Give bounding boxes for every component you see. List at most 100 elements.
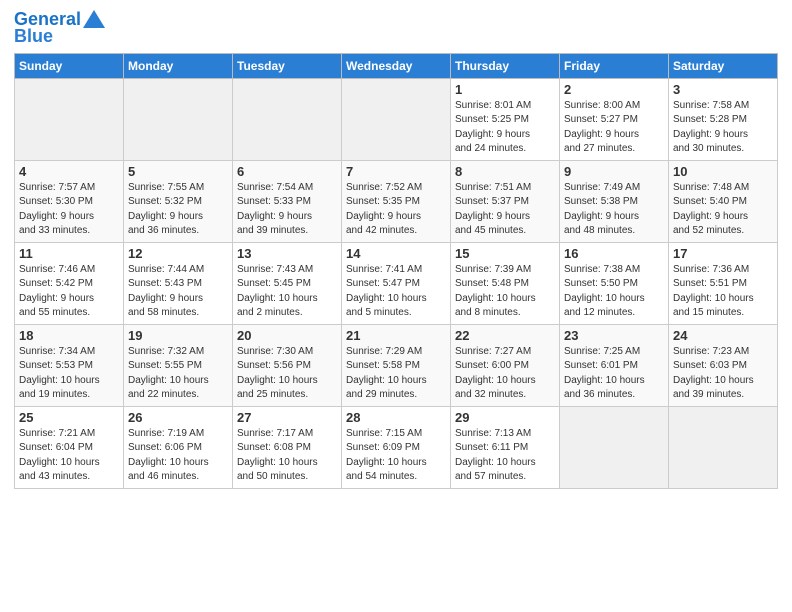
calendar-cell: 7 Sunrise: 7:52 AM Sunset: 5:35 PM Daylig… — [342, 160, 451, 242]
calendar-table: SundayMondayTuesdayWednesdayThursdayFrid… — [14, 53, 778, 489]
day-header-thursday: Thursday — [451, 53, 560, 78]
calendar-cell: 15Sunrise: 7:39 AM Sunset: 5:48 PM Dayli… — [451, 242, 560, 324]
calendar-header-row: SundayMondayTuesdayWednesdayThursdayFrid… — [15, 53, 778, 78]
day-info: Sunrise: 7:15 AM Sunset: 6:09 PM Dayligh… — [346, 427, 446, 485]
day-header-tuesday: Tuesday — [233, 53, 342, 78]
week-row-5: 25 Sunrise: 7:21 AM Sunset: 6:04 PM Dayli… — [15, 406, 778, 488]
calendar-cell: 23 Sunrise: 7:25 AM Sunset: 6:01 PM Dayli… — [560, 324, 669, 406]
day-info: Sunrise: 7:51 AM Sunset: 5:37 PM Dayligh… — [455, 181, 555, 239]
page-container: General Blue SundayMondayTuesdayWednesda… — [0, 0, 792, 497]
day-info: Sunrise: 7:17 AM Sunset: 6:08 PM Dayligh… — [237, 427, 337, 485]
calendar-cell — [560, 406, 669, 488]
day-number: 10 — [673, 164, 773, 179]
day-info: Sunrise: 7:43 AM Sunset: 5:45 PM Dayligh… — [237, 263, 337, 321]
header: General Blue — [14, 10, 778, 47]
week-row-1: 1 Sunrise: 8:01 AM Sunset: 5:25 PM Daylig… — [15, 78, 778, 160]
day-info: Sunrise: 7:27 AM Sunset: 6:00 PM Dayligh… — [455, 345, 555, 403]
day-info: Sunrise: 7:19 AM Sunset: 6:06 PM Dayligh… — [128, 427, 228, 485]
day-number: 14 — [346, 246, 446, 261]
calendar-cell: 13 Sunrise: 7:43 AM Sunset: 5:45 PM Dayli… — [233, 242, 342, 324]
day-header-monday: Monday — [124, 53, 233, 78]
day-number: 29 — [455, 410, 555, 425]
calendar-cell — [124, 78, 233, 160]
day-info: Sunrise: 7:41 AM Sunset: 5:47 PM Dayligh… — [346, 263, 446, 321]
calendar-cell — [233, 78, 342, 160]
day-number: 6 — [237, 164, 337, 179]
day-header-saturday: Saturday — [669, 53, 778, 78]
day-info: Sunrise: 7:39 AM Sunset: 5:48 PM Dayligh… — [455, 263, 555, 321]
day-number: 9 — [564, 164, 664, 179]
day-info: Sunrise: 7:29 AM Sunset: 5:58 PM Dayligh… — [346, 345, 446, 403]
day-info: Sunrise: 7:13 AM Sunset: 6:11 PM Dayligh… — [455, 427, 555, 485]
calendar-cell: 28Sunrise: 7:15 AM Sunset: 6:09 PM Dayli… — [342, 406, 451, 488]
logo-icon — [83, 10, 105, 28]
day-number: 5 — [128, 164, 228, 179]
calendar-cell: 10Sunrise: 7:48 AM Sunset: 5:40 PM Dayli… — [669, 160, 778, 242]
day-number: 26 — [128, 410, 228, 425]
day-number: 8 — [455, 164, 555, 179]
day-number: 17 — [673, 246, 773, 261]
day-info: Sunrise: 8:01 AM Sunset: 5:25 PM Dayligh… — [455, 99, 555, 157]
week-row-2: 4Sunrise: 7:57 AM Sunset: 5:30 PM Daylig… — [15, 160, 778, 242]
calendar-cell: 11Sunrise: 7:46 AM Sunset: 5:42 PM Dayli… — [15, 242, 124, 324]
day-info: Sunrise: 7:36 AM Sunset: 5:51 PM Dayligh… — [673, 263, 773, 321]
calendar-cell: 16Sunrise: 7:38 AM Sunset: 5:50 PM Dayli… — [560, 242, 669, 324]
day-number: 21 — [346, 328, 446, 343]
calendar-cell: 8 Sunrise: 7:51 AM Sunset: 5:37 PM Daylig… — [451, 160, 560, 242]
day-info: Sunrise: 7:58 AM Sunset: 5:28 PM Dayligh… — [673, 99, 773, 157]
day-number: 20 — [237, 328, 337, 343]
day-info: Sunrise: 7:34 AM Sunset: 5:53 PM Dayligh… — [19, 345, 119, 403]
week-row-3: 11Sunrise: 7:46 AM Sunset: 5:42 PM Dayli… — [15, 242, 778, 324]
calendar-cell: 21 Sunrise: 7:29 AM Sunset: 5:58 PM Dayli… — [342, 324, 451, 406]
calendar-cell: 12 Sunrise: 7:44 AM Sunset: 5:43 PM Dayli… — [124, 242, 233, 324]
calendar-cell: 1 Sunrise: 8:01 AM Sunset: 5:25 PM Daylig… — [451, 78, 560, 160]
calendar-cell: 3 Sunrise: 7:58 AM Sunset: 5:28 PM Daylig… — [669, 78, 778, 160]
day-header-wednesday: Wednesday — [342, 53, 451, 78]
day-number: 22 — [455, 328, 555, 343]
calendar-cell: 19 Sunrise: 7:32 AM Sunset: 5:55 PM Dayli… — [124, 324, 233, 406]
day-info: Sunrise: 7:30 AM Sunset: 5:56 PM Dayligh… — [237, 345, 337, 403]
calendar-cell: 20 Sunrise: 7:30 AM Sunset: 5:56 PM Dayli… — [233, 324, 342, 406]
calendar-cell: 4Sunrise: 7:57 AM Sunset: 5:30 PM Daylig… — [15, 160, 124, 242]
calendar-cell — [669, 406, 778, 488]
day-number: 1 — [455, 82, 555, 97]
day-number: 24 — [673, 328, 773, 343]
day-number: 3 — [673, 82, 773, 97]
day-number: 12 — [128, 246, 228, 261]
calendar-cell: 27 Sunrise: 7:17 AM Sunset: 6:08 PM Dayli… — [233, 406, 342, 488]
day-info: Sunrise: 7:25 AM Sunset: 6:01 PM Dayligh… — [564, 345, 664, 403]
day-number: 7 — [346, 164, 446, 179]
day-info: Sunrise: 8:00 AM Sunset: 5:27 PM Dayligh… — [564, 99, 664, 157]
calendar-cell: 29 Sunrise: 7:13 AM Sunset: 6:11 PM Dayli… — [451, 406, 560, 488]
day-info: Sunrise: 7:52 AM Sunset: 5:35 PM Dayligh… — [346, 181, 446, 239]
calendar-cell: 6 Sunrise: 7:54 AM Sunset: 5:33 PM Daylig… — [233, 160, 342, 242]
day-info: Sunrise: 7:46 AM Sunset: 5:42 PM Dayligh… — [19, 263, 119, 321]
day-number: 23 — [564, 328, 664, 343]
calendar-cell — [342, 78, 451, 160]
day-info: Sunrise: 7:32 AM Sunset: 5:55 PM Dayligh… — [128, 345, 228, 403]
day-header-friday: Friday — [560, 53, 669, 78]
calendar-cell: 18 Sunrise: 7:34 AM Sunset: 5:53 PM Dayli… — [15, 324, 124, 406]
day-number: 27 — [237, 410, 337, 425]
day-info: Sunrise: 7:57 AM Sunset: 5:30 PM Dayligh… — [19, 181, 119, 239]
calendar-cell: 26 Sunrise: 7:19 AM Sunset: 6:06 PM Dayli… — [124, 406, 233, 488]
calendar-cell: 22 Sunrise: 7:27 AM Sunset: 6:00 PM Dayli… — [451, 324, 560, 406]
calendar-body: 1 Sunrise: 8:01 AM Sunset: 5:25 PM Daylig… — [15, 78, 778, 488]
day-number: 13 — [237, 246, 337, 261]
calendar-cell: 9 Sunrise: 7:49 AM Sunset: 5:38 PM Daylig… — [560, 160, 669, 242]
day-info: Sunrise: 7:49 AM Sunset: 5:38 PM Dayligh… — [564, 181, 664, 239]
day-number: 18 — [19, 328, 119, 343]
calendar-cell: 14 Sunrise: 7:41 AM Sunset: 5:47 PM Dayli… — [342, 242, 451, 324]
calendar-cell: 5Sunrise: 7:55 AM Sunset: 5:32 PM Daylig… — [124, 160, 233, 242]
logo: General Blue — [14, 10, 105, 47]
day-number: 25 — [19, 410, 119, 425]
calendar-cell: 25 Sunrise: 7:21 AM Sunset: 6:04 PM Dayli… — [15, 406, 124, 488]
day-info: Sunrise: 7:23 AM Sunset: 6:03 PM Dayligh… — [673, 345, 773, 403]
day-header-sunday: Sunday — [15, 53, 124, 78]
day-info: Sunrise: 7:38 AM Sunset: 5:50 PM Dayligh… — [564, 263, 664, 321]
day-info: Sunrise: 7:21 AM Sunset: 6:04 PM Dayligh… — [19, 427, 119, 485]
day-info: Sunrise: 7:54 AM Sunset: 5:33 PM Dayligh… — [237, 181, 337, 239]
calendar-cell: 24 Sunrise: 7:23 AM Sunset: 6:03 PM Dayli… — [669, 324, 778, 406]
day-info: Sunrise: 7:44 AM Sunset: 5:43 PM Dayligh… — [128, 263, 228, 321]
day-number: 19 — [128, 328, 228, 343]
